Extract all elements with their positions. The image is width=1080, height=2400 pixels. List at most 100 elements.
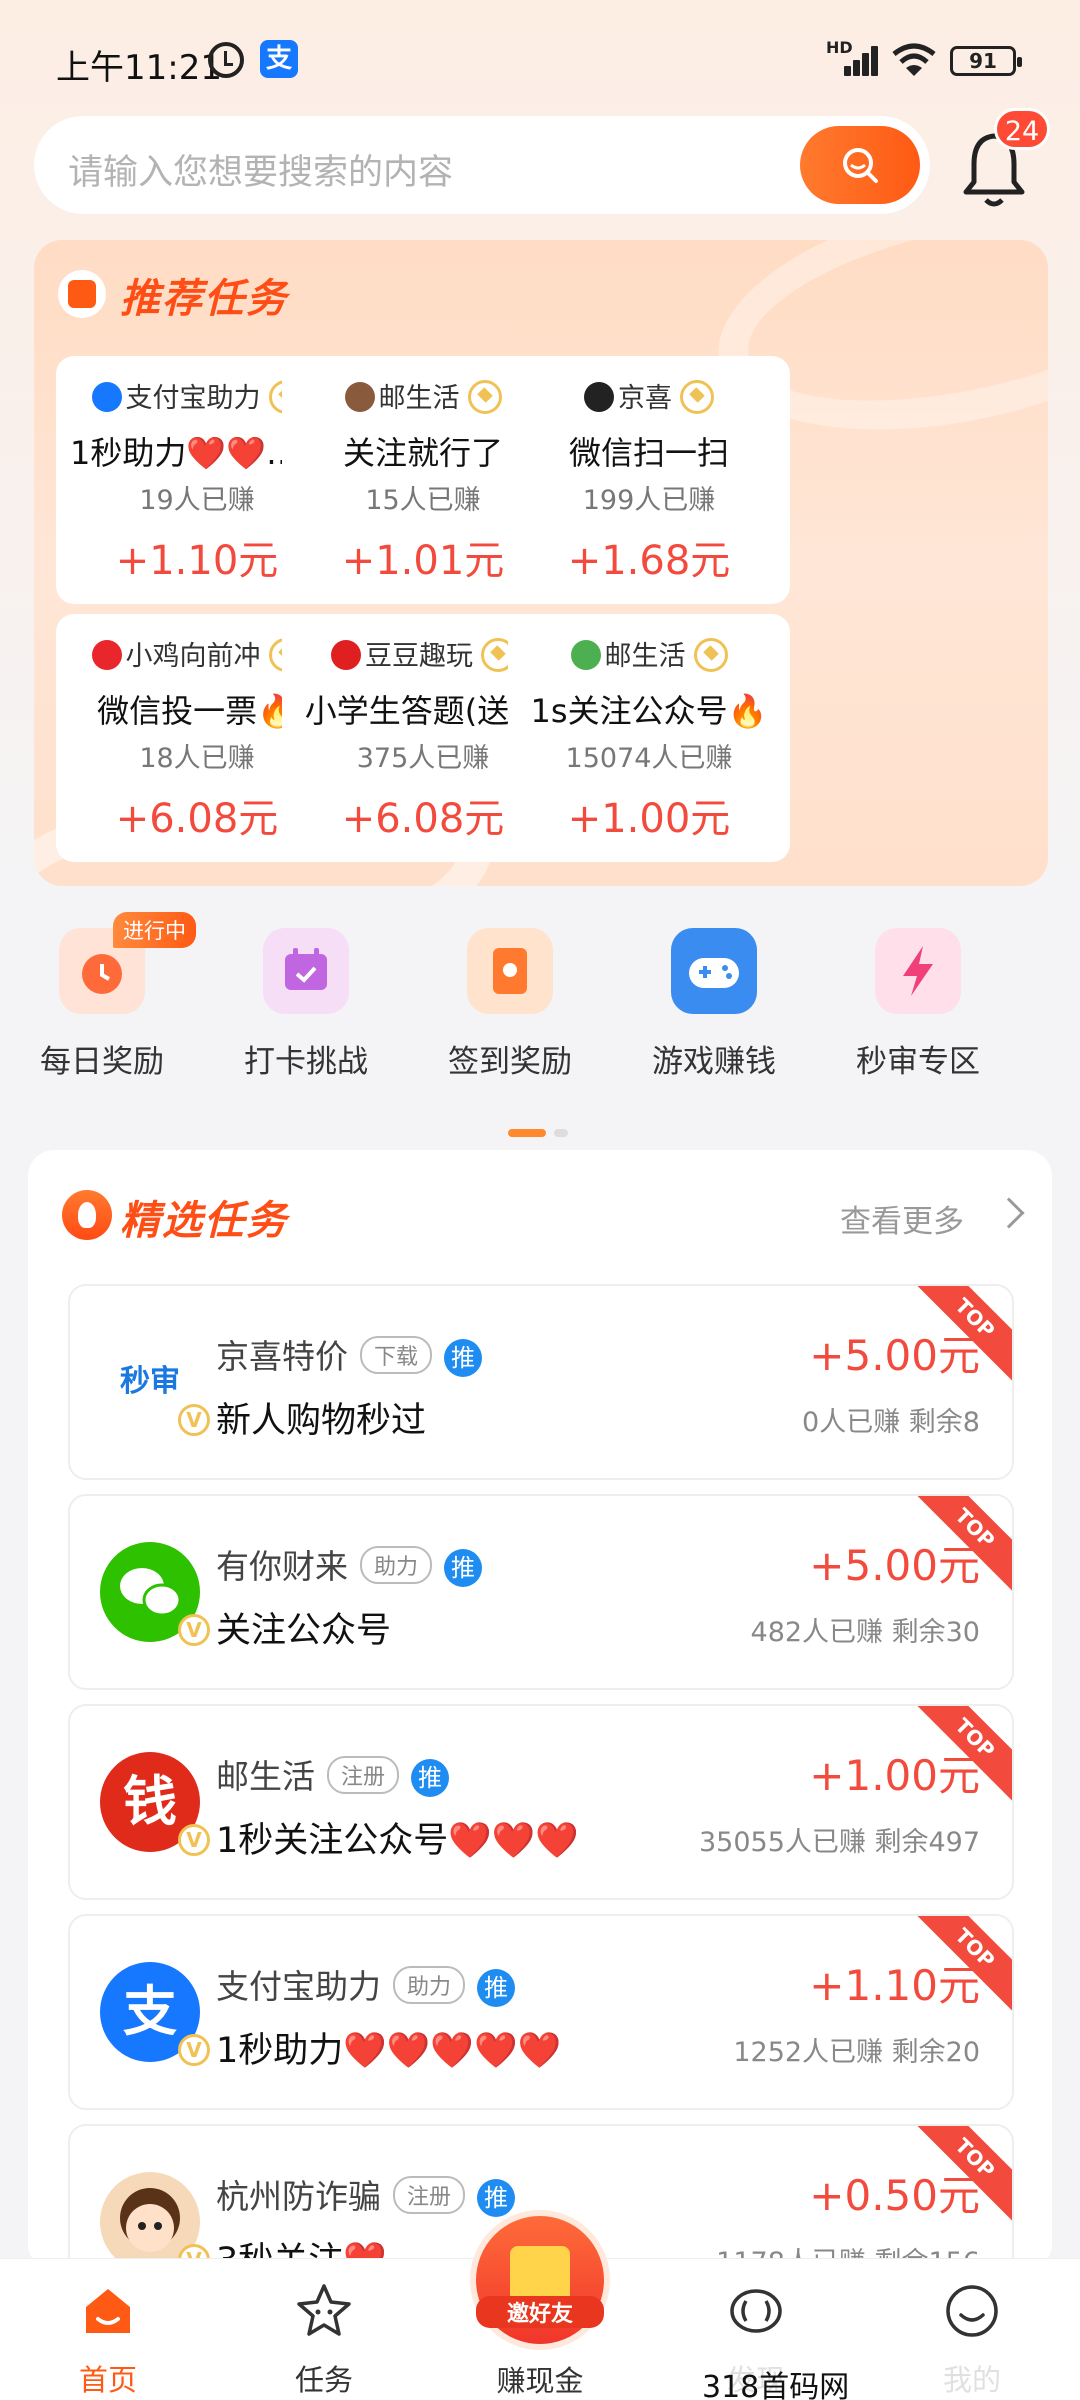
recommended-task-card[interactable]: 京喜 微信扫一扫 199人已赚 +1.68元	[508, 356, 790, 604]
category-5[interactable]: 秒审专区	[828, 928, 1008, 1081]
notification-bell[interactable]: 24	[962, 108, 1050, 210]
task-source-label: 京喜	[618, 383, 672, 414]
recommended-task-card[interactable]: 邮生活 1s关注公众号🔥 15074人已赚 +1.00元	[508, 614, 790, 862]
task-name: 微信扫一扫	[568, 434, 729, 472]
task-description: 关注公众号	[216, 1611, 392, 1651]
home-icon	[86, 2289, 130, 2333]
task-card[interactable]: 支 V 支付宝助力 助力推 1秒助力❤️❤️❤️❤️❤️ +1.10元 1252人已赚 剩余…	[68, 1914, 1014, 2110]
selected-tasks-panel: 精选任务 查看更多 秒审 V 京喜特价 下载推新人购物秒过 +5.00元 0人已赚 剩余8…	[28, 1150, 1052, 2320]
task-stats: 0人已赚 剩余8	[802, 1407, 980, 1438]
category-2[interactable]: 打卡挑战	[216, 928, 396, 1081]
gamepad-icon	[671, 928, 757, 1014]
lightning-icon	[875, 928, 961, 1014]
task-stats: 1252人已赚 剩余20	[733, 2037, 980, 2068]
category-1[interactable]: 进行中每日奖励	[12, 912, 196, 1081]
verified-badge-icon: V	[178, 1614, 210, 1646]
task-card[interactable]: 秒审 V 京喜特价 下载推新人购物秒过 +5.00元 0人已赚 剩余8 TOP	[68, 1284, 1014, 1480]
task-description: 1秒助力❤️❤️❤️❤️❤️	[216, 2031, 562, 2071]
search-bar[interactable]: 请输入您想要搜索的内容	[34, 116, 930, 214]
task-source-label: 邮生活	[378, 383, 460, 414]
task-title-row: 杭州防诈骗 注册推	[216, 2170, 516, 2218]
category-3[interactable]: 签到奖励	[420, 928, 600, 1081]
battery-icon: 91	[950, 46, 1022, 76]
task-reward: +1.00元	[809, 1751, 980, 1800]
red-packet-icon	[467, 928, 553, 1014]
task-source-label: 豆豆趣玩	[365, 641, 473, 672]
task-reward: +5.00元	[809, 1541, 980, 1590]
vip-badge-icon	[680, 380, 714, 414]
task-type-tag: 注册	[327, 1756, 400, 1794]
source-logo-icon	[584, 382, 614, 412]
recommended-tasks-panel: 推荐任务 支付宝助力1秒助力❤️❤️❤️❤️❤️19人已赚+1.10元邮生活关注…	[34, 240, 1048, 886]
verified-badge-icon: V	[178, 1824, 210, 1856]
alarm-clock-icon: 进行中	[59, 912, 196, 1014]
view-more-link[interactable]: 查看更多	[840, 1196, 964, 1241]
task-source: 京喜	[508, 376, 790, 415]
category-label: 秒审专区	[856, 1044, 980, 1080]
category-4[interactable]: 游戏赚钱	[624, 928, 804, 1081]
vip-badge-icon	[467, 380, 502, 414]
source-logo-icon	[91, 640, 122, 670]
page-indicator	[508, 1122, 576, 1141]
task-type-tag: 注册	[393, 2176, 466, 2214]
task-card[interactable]: V 有你财来 助力推关注公众号 +5.00元 482人已赚 剩余30 TOP	[68, 1494, 1014, 1690]
task-type-tag: 助力	[360, 1546, 433, 1584]
task-name: 邮生活	[216, 1757, 315, 1796]
verified-badge-icon: V	[178, 2034, 210, 2066]
calendar-icon	[263, 928, 349, 1014]
reward-amount: +1.00元	[567, 796, 731, 842]
task-stats: 35055人已赚 剩余497	[698, 1827, 980, 1858]
nav-tasks-label: 任务	[294, 2363, 353, 2397]
flame-icon	[62, 1190, 112, 1240]
category-label: 打卡挑战	[244, 1044, 368, 1080]
nav-home-label: 首页	[78, 2363, 137, 2397]
search-input[interactable]: 请输入您想要搜索的内容	[68, 144, 453, 195]
signal-icon	[836, 44, 878, 76]
alipay-notification-icon: 支	[260, 40, 298, 78]
earned-count: 15074人已赚	[565, 743, 733, 774]
category-label: 每日奖励	[40, 1044, 164, 1080]
task-name: 支付宝助力	[216, 1967, 381, 2006]
search-icon	[843, 148, 878, 183]
profile-icon	[946, 2285, 998, 2337]
discover-icon	[730, 2289, 782, 2333]
task-title-row: 邮生活 注册推	[216, 1750, 450, 1798]
in-progress-tag: 进行中	[113, 912, 196, 948]
chevron-right-icon[interactable]	[993, 1197, 1025, 1229]
task-name: 有你财来	[216, 1547, 348, 1586]
task-source-label: 邮生活	[604, 641, 686, 672]
task-description: 新人购物秒过	[216, 1401, 427, 1441]
invite-badge: 邀好友	[476, 2296, 604, 2328]
task-reward: +1.10元	[809, 1961, 980, 2010]
task-reward: +0.50元	[809, 2171, 980, 2220]
recommend-tag: 推	[444, 1339, 483, 1377]
task-name: 1s关注公众号🔥	[530, 692, 768, 730]
verified-badge-icon: V	[178, 1404, 210, 1436]
notification-count-badge: 24	[994, 108, 1050, 150]
alarm-icon	[208, 42, 244, 78]
watermark: 318首码网 www.e318.com	[694, 2362, 1080, 2400]
task-stats: 482人已赚 剩余30	[750, 1617, 980, 1648]
task-type-tag: 助力	[393, 1966, 466, 2004]
task-type-tag: 下载	[360, 1336, 433, 1374]
task-name: 京喜特价	[216, 1337, 348, 1376]
task-description: 1秒关注公众号❤️❤️❤️	[216, 1821, 580, 1861]
task-card[interactable]: 钱 V 邮生活 注册推 1秒关注公众号❤️❤️❤️ +1.00元 35055人已赚 剩余49…	[68, 1704, 1014, 1900]
vip-badge-icon	[693, 638, 728, 672]
nav-home[interactable]: 首页	[28, 2281, 188, 2399]
task-name: 杭州防诈骗	[216, 2177, 381, 2216]
recommend-tag: 推	[444, 1549, 483, 1587]
task-title-row: 有你财来 助力推	[216, 1540, 483, 1588]
invite-friends-button[interactable]: 邀好友	[470, 2210, 610, 2350]
category-label: 签到奖励	[448, 1044, 572, 1080]
star-icon	[297, 2284, 351, 2336]
recommend-tag: 推	[477, 2179, 516, 2217]
task-source: 邮生活	[508, 634, 790, 673]
recommended-badge-icon	[58, 270, 106, 318]
source-logo-icon	[331, 640, 361, 670]
nav-tasks[interactable]: 任务	[244, 2281, 404, 2399]
recommend-tag: 推	[477, 1969, 516, 2007]
source-logo-icon	[344, 382, 375, 412]
wifi-icon	[892, 43, 936, 76]
search-button[interactable]	[800, 126, 920, 204]
